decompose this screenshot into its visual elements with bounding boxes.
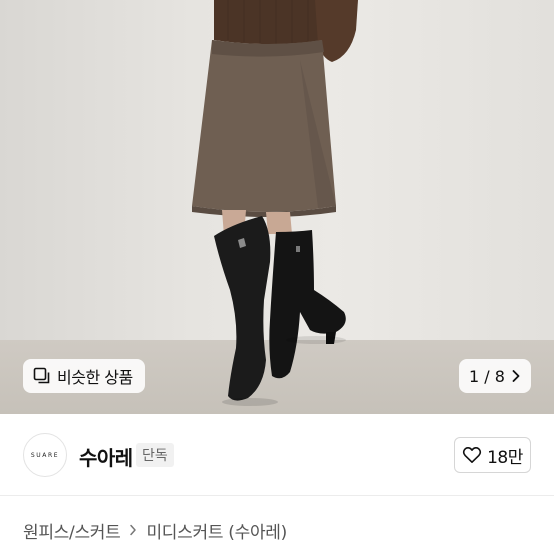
heart-icon bbox=[462, 446, 482, 463]
chevron-right-icon bbox=[130, 524, 137, 536]
shop-logo-avatar[interactable]: SUARE bbox=[23, 433, 67, 477]
similar-products-label: 비슷한 상품 bbox=[57, 368, 133, 387]
similar-products-button[interactable]: 비슷한 상품 bbox=[23, 359, 145, 393]
product-image-gallery[interactable]: 비슷한 상품 1 / 8 bbox=[0, 0, 554, 414]
like-button[interactable]: 18만 bbox=[454, 437, 531, 473]
breadcrumb-category[interactable]: 원피스/스커트 bbox=[23, 518, 121, 543]
copy-icon bbox=[33, 367, 50, 384]
product-photo bbox=[192, 0, 358, 406]
image-pager-button[interactable]: 1 / 8 bbox=[459, 359, 531, 393]
shop-info-row: SUARE 수아레 단독 18만 bbox=[0, 414, 554, 496]
shop-name[interactable]: 수아레 bbox=[79, 442, 133, 471]
chevron-right-icon bbox=[512, 370, 520, 382]
image-pager-count: 1 / 8 bbox=[469, 366, 505, 386]
exclusive-badge: 단독 bbox=[136, 443, 174, 467]
breadcrumb-subcategory[interactable]: 미디스커트 (수아레) bbox=[146, 518, 287, 543]
like-count: 18만 bbox=[487, 447, 523, 468]
breadcrumb: 원피스/스커트 미디스커트 (수아레) bbox=[23, 518, 287, 543]
